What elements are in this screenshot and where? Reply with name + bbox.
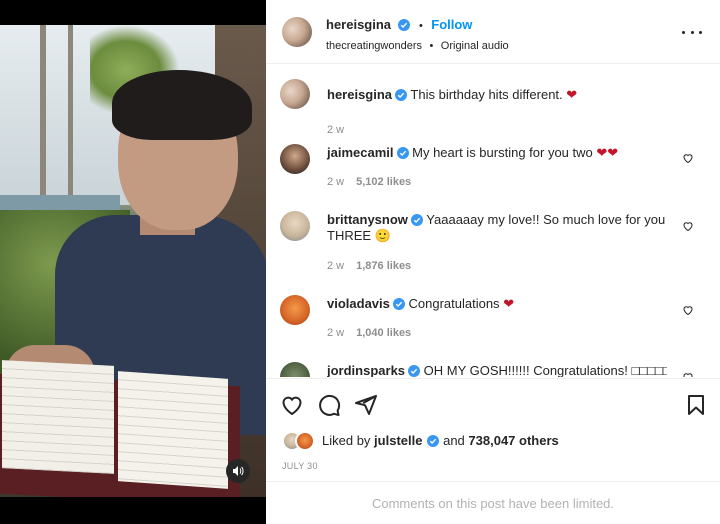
sound-toggle-button[interactable] bbox=[226, 459, 250, 483]
verified-badge-icon bbox=[392, 298, 405, 310]
audio-separator: • bbox=[429, 40, 434, 52]
author-avatar[interactable] bbox=[282, 17, 312, 47]
verified-badge-icon bbox=[395, 89, 408, 101]
video-frame[interactable] bbox=[0, 25, 266, 497]
comment-time: 2 w bbox=[327, 327, 345, 339]
speaker-icon bbox=[233, 466, 244, 476]
verified-badge-icon bbox=[408, 365, 421, 377]
save-bookmark-icon[interactable] bbox=[684, 393, 708, 417]
palm-trunk bbox=[40, 25, 46, 205]
like-comment-heart-icon[interactable] bbox=[682, 371, 694, 377]
comment-username[interactable]: violadavis bbox=[327, 296, 390, 311]
author-username[interactable]: hereisgina bbox=[326, 17, 391, 32]
header-separator: • bbox=[418, 20, 423, 32]
comment-text: My heart is bursting for you two bbox=[412, 145, 593, 160]
comment-avatar[interactable] bbox=[280, 211, 310, 241]
comment-time: 2 w bbox=[327, 260, 345, 272]
comment-text: Congratulations bbox=[408, 296, 500, 311]
share-send-icon[interactable] bbox=[354, 393, 378, 417]
like-heart-icon[interactable] bbox=[280, 393, 304, 417]
like-comment-heart-icon[interactable] bbox=[682, 152, 694, 164]
comment-likes[interactable]: 1,040 likes bbox=[356, 327, 411, 339]
verified-badge-icon bbox=[396, 147, 409, 159]
red-heart-emoji: ❤ bbox=[503, 296, 515, 311]
comment-item: jordinsparks OH MY GOSH!!!!!! Congratula… bbox=[280, 362, 693, 377]
follow-button[interactable]: Follow bbox=[431, 17, 472, 32]
liked-by-suffix: and bbox=[443, 433, 465, 448]
audio-label[interactable]: Original audio bbox=[441, 40, 509, 52]
more-options-icon[interactable] bbox=[682, 22, 702, 42]
comment-avatar[interactable] bbox=[280, 144, 310, 174]
post-media[interactable] bbox=[0, 0, 266, 524]
menu-page-right bbox=[118, 371, 228, 489]
comment-username[interactable]: jordinsparks bbox=[327, 363, 405, 377]
liked-by-user[interactable]: julstelle bbox=[374, 433, 422, 448]
menu-page-left bbox=[2, 360, 114, 474]
liked-by-prefix: Liked by bbox=[322, 433, 371, 448]
comment-item: jaimecamil My heart is bursting for you … bbox=[280, 144, 693, 204]
post-panel: hereisgina • Follow thecreatingwonders •… bbox=[266, 0, 720, 524]
palm-trunk bbox=[68, 25, 73, 200]
post-date[interactable]: JULY 30 bbox=[282, 461, 318, 471]
caption-username[interactable]: hereisgina bbox=[327, 87, 392, 102]
red-hearts-emoji: ❤❤ bbox=[596, 145, 619, 160]
comments-limited-notice: Comments on this post have been limited. bbox=[266, 481, 720, 524]
caption-time: 2 w bbox=[327, 124, 345, 136]
liked-by: Liked by julstelle and 738,047 others bbox=[322, 433, 559, 448]
verified-badge-icon bbox=[410, 214, 423, 226]
like-comment-heart-icon[interactable] bbox=[682, 220, 694, 232]
post-actions: Liked by julstelle and 738,047 others JU… bbox=[266, 378, 720, 524]
caption: hereisgina This birthday hits different.… bbox=[280, 79, 690, 136]
comment-text: OH MY GOSH!!!!!! Congratulations! □□□□□□ bbox=[423, 363, 667, 377]
verified-badge-icon bbox=[427, 435, 440, 447]
smile-emoji: 🙂 bbox=[374, 228, 391, 243]
like-comment-heart-icon[interactable] bbox=[682, 304, 694, 316]
comment-time: 2 w bbox=[327, 176, 345, 188]
caption-avatar[interactable] bbox=[280, 79, 310, 109]
comment-avatar[interactable] bbox=[280, 362, 310, 377]
likes-count[interactable]: 738,047 others bbox=[468, 433, 558, 448]
comment-username[interactable]: brittanysnow bbox=[327, 212, 408, 227]
comment-bubble-icon[interactable] bbox=[317, 393, 341, 417]
comment-likes[interactable]: 5,102 likes bbox=[356, 176, 411, 188]
audio-account[interactable]: thecreatingwonders bbox=[326, 40, 422, 52]
post-header: hereisgina • Follow thecreatingwonders •… bbox=[266, 0, 720, 64]
comment-item: brittanysnow Yaaaaaay my love!! So much … bbox=[280, 211, 693, 291]
liked-by-avatars[interactable] bbox=[282, 431, 318, 451]
comment-likes[interactable]: 1,876 likes bbox=[356, 260, 411, 272]
comment-item: violadavis Congratulations ❤ 2 w 1,040 li… bbox=[280, 295, 693, 355]
comment-avatar[interactable] bbox=[280, 295, 310, 325]
comments-list[interactable]: hereisgina This birthday hits different.… bbox=[266, 65, 720, 377]
red-heart-emoji: ❤ bbox=[566, 87, 578, 102]
verified-badge-icon bbox=[398, 19, 411, 31]
liked-avatar bbox=[295, 431, 315, 451]
caption-text: This birthday hits different. bbox=[410, 87, 563, 102]
person-hair bbox=[112, 70, 252, 140]
comment-username[interactable]: jaimecamil bbox=[327, 145, 394, 160]
